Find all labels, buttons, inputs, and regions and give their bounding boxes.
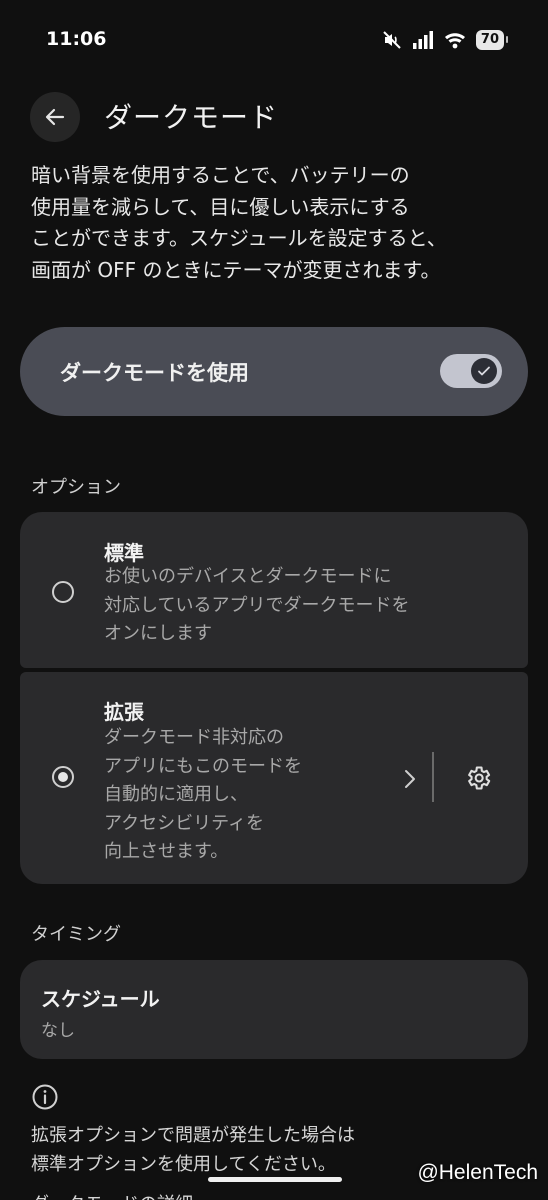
option-description-line: 対応しているアプリでダークモードを — [104, 594, 410, 616]
description-line: 画面が OFF のときにテーマが変更されます。 — [31, 257, 441, 282]
check-icon — [478, 366, 490, 376]
info-note-line: 標準オプションを使用してください。 — [31, 1154, 336, 1175]
toggle-label: ダークモードを使用 — [60, 360, 249, 385]
option-description-line: 向上させます。 — [104, 841, 229, 862]
dark-mode-settings-screen: 11:06 70 ダークモード 暗い背景を使用することで、バッテリーの 使用量を… — [0, 0, 548, 1200]
option-standard[interactable]: 標準 お使いのデバイスとダークモードに 対応しているアプリでダークモードを オン… — [20, 512, 528, 668]
battery-level: 70 — [475, 30, 509, 50]
info-note: 拡張オプションで問題が発生した場合は 標準オプションを使用してください。 — [31, 1121, 355, 1179]
back-button[interactable] — [30, 92, 80, 142]
option-description-line: アクセシビリティを — [104, 812, 265, 834]
option-extended[interactable]: 拡張 ダークモード非対応の アプリにもこのモードを 自動的に適用し、 アクセシビ… — [20, 672, 528, 884]
info-icon — [32, 1084, 58, 1110]
mute-icon — [383, 31, 401, 49]
description-line: 暗い背景を使用することで、バッテリーの — [31, 163, 410, 187]
dark-mode-switch[interactable] — [440, 354, 502, 388]
gear-icon[interactable] — [464, 764, 492, 792]
wifi-icon — [444, 33, 465, 49]
option-title: 標準 — [104, 541, 144, 565]
option-description-line: アプリにもこのモードを — [104, 755, 302, 777]
arrow-left-icon — [45, 108, 65, 126]
page-title: ダークモード — [104, 101, 279, 134]
schedule-row[interactable]: スケジュール なし — [20, 960, 528, 1059]
description-line: ことができます。スケジュールを設定すると、 — [31, 226, 447, 250]
option-title: 拡張 — [104, 700, 144, 724]
options-section-label: オプション — [31, 477, 121, 498]
option-description: お使いのデバイスとダークモードに 対応しているアプリでダークモードを オンにしま… — [104, 563, 409, 649]
schedule-value: なし — [41, 1021, 75, 1041]
option-description: ダークモード非対応の アプリにもこのモードを 自動的に適用し、 アクセシビリティ… — [104, 724, 302, 867]
schedule-title: スケジュール — [41, 987, 160, 1011]
learn-more-link[interactable]: ダークモードの詳細 — [31, 1190, 193, 1200]
status-icons: 70 — [382, 28, 509, 52]
signal-icon — [412, 31, 433, 49]
chevron-right-icon[interactable] — [402, 768, 418, 790]
timing-section-label: タイミング — [31, 924, 121, 945]
option-description-line: ダークモード非対応の — [104, 727, 284, 748]
vertical-divider — [432, 752, 434, 802]
radio-standard[interactable] — [52, 581, 74, 603]
use-dark-mode-toggle-row[interactable]: ダークモードを使用 — [20, 327, 528, 416]
watermark: @HelenTech — [417, 1161, 538, 1184]
switch-knob — [471, 358, 497, 384]
status-time: 11:06 — [46, 28, 107, 50]
info-note-line: 拡張オプションで問題が発生した場合は — [31, 1125, 355, 1146]
description-text: 暗い背景を使用することで、バッテリーの 使用量を減らして、目に優しい表示にする … — [31, 160, 531, 286]
option-description-line: 自動的に適用し、 — [104, 784, 248, 805]
option-description-line: オンにします — [104, 623, 212, 644]
home-indicator[interactable] — [208, 1177, 342, 1182]
description-line: 使用量を減らして、目に優しい表示にする — [31, 194, 410, 219]
radio-extended[interactable] — [52, 766, 74, 788]
option-description-line: お使いのデバイスとダークモードに — [104, 566, 392, 587]
